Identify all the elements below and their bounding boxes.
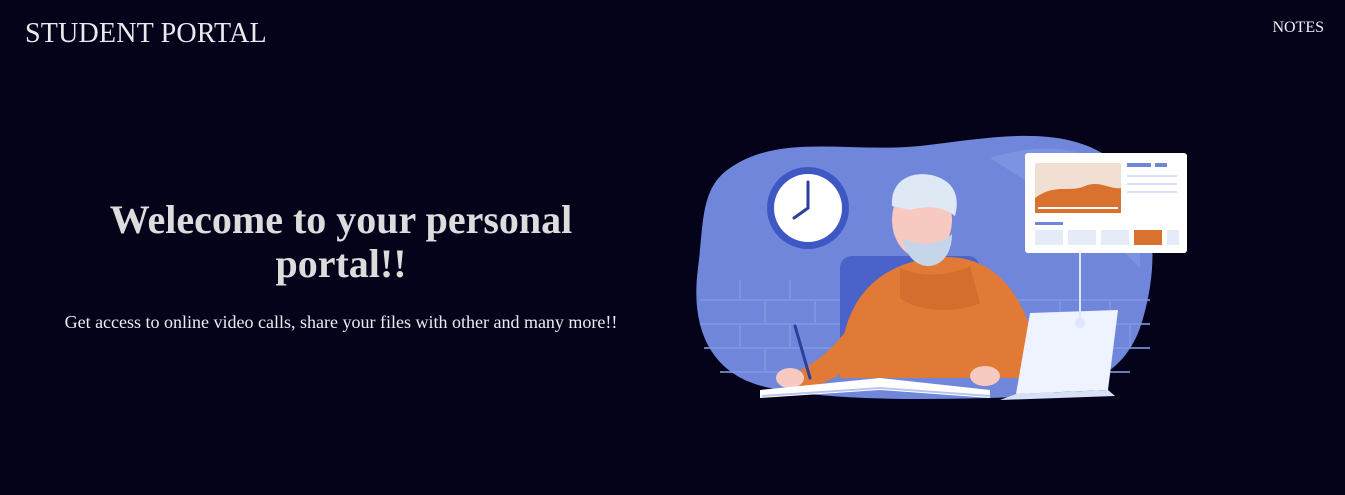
hero-subtitle: Get access to online video calls, share … [64, 312, 618, 332]
hero-text: Welecome to your personal portal!! Get a… [0, 198, 682, 333]
page: STUDENT PORTAL NOTES Welecome to your pe… [0, 0, 1345, 495]
studying-illustration [696, 135, 1187, 400]
dashboard-card [1025, 153, 1187, 253]
brand-title: STUDENT PORTAL [25, 18, 267, 49]
clock-icon [767, 167, 849, 249]
nav-link-notes[interactable]: NOTES [1272, 19, 1324, 37]
hero-title: Welecome to your personal portal!! [109, 197, 573, 286]
